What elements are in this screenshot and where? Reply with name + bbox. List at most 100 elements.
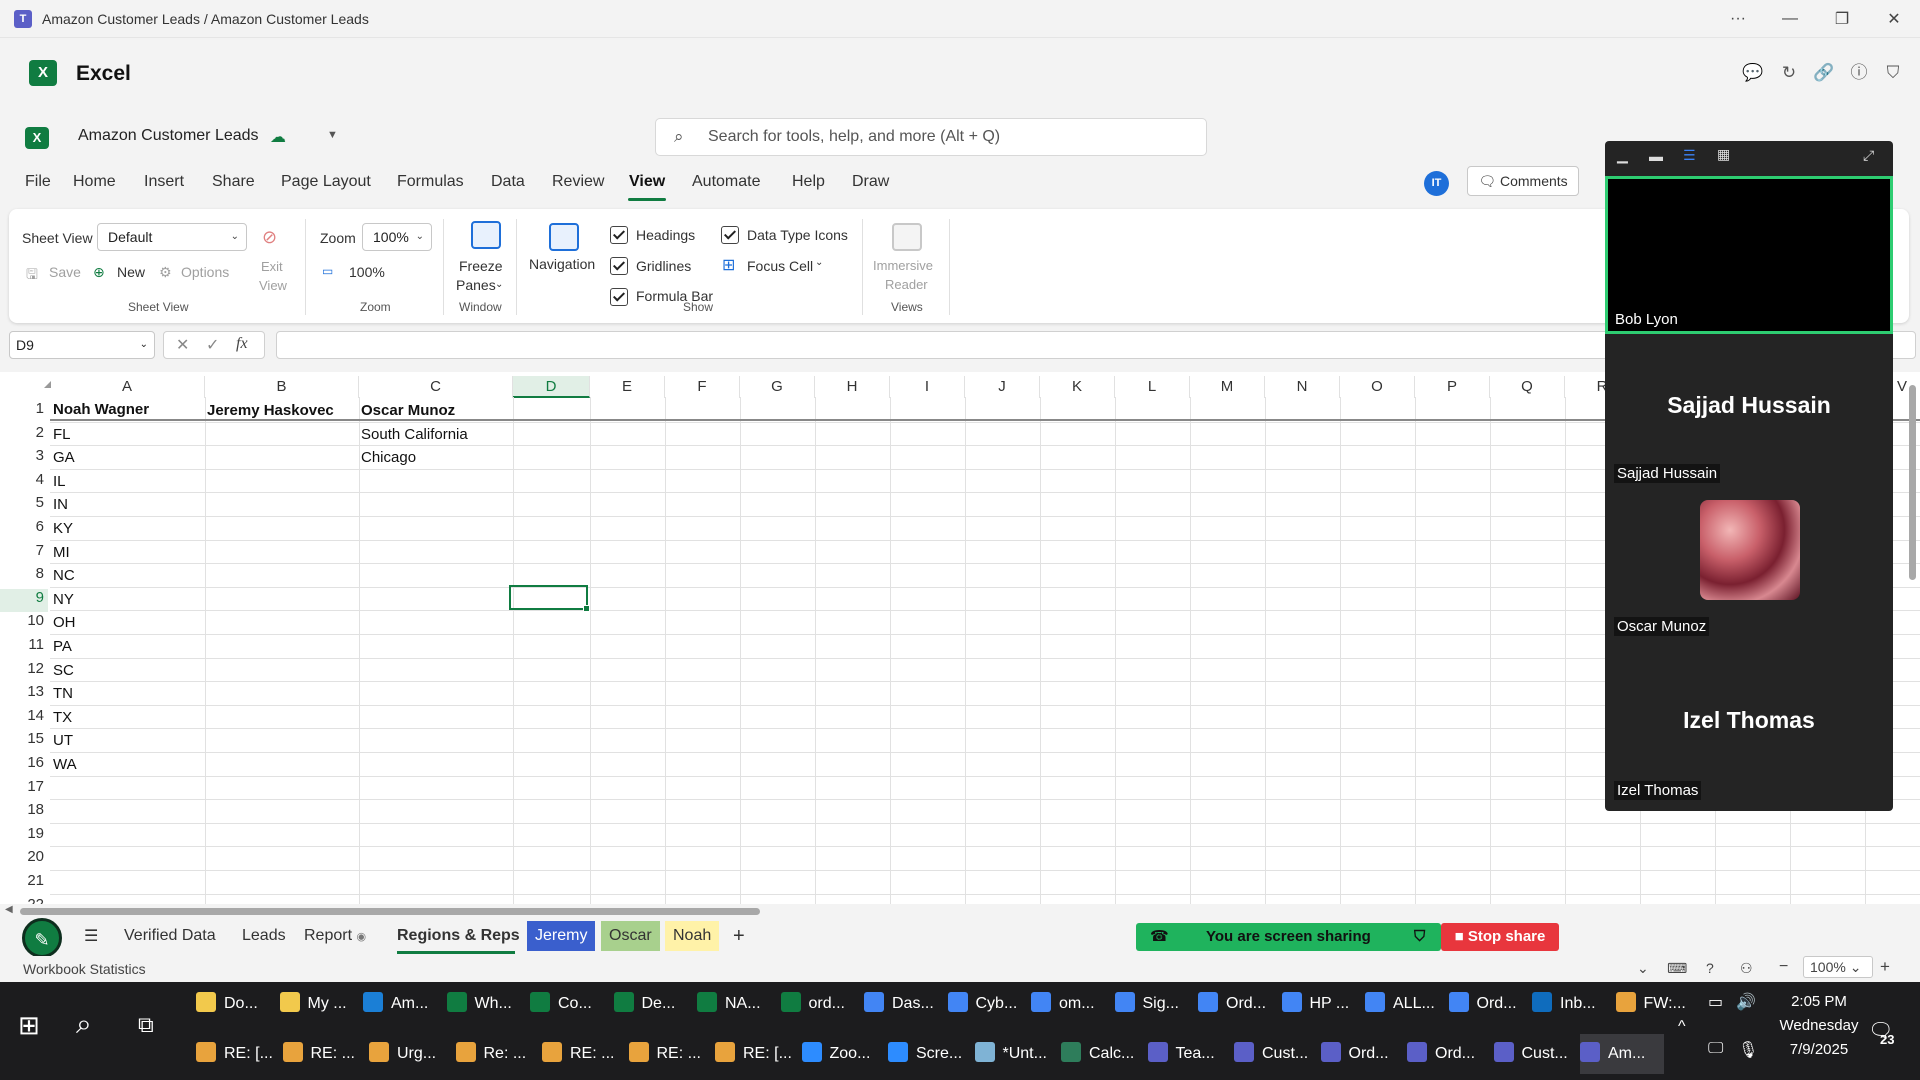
tab-file[interactable]: File: [25, 173, 51, 191]
headings-checkbox[interactable]: [610, 226, 628, 244]
cell-a8[interactable]: NC: [53, 567, 75, 584]
more-options-icon[interactable]: ···: [1712, 10, 1764, 28]
comments-button[interactable]: 🗨 Comments: [1467, 166, 1579, 196]
taskbar-app-item[interactable]: My ...: [279, 984, 360, 1024]
participant-tile-sajjad-hussain[interactable]: Sajjad Hussain Sajjad Hussain: [1605, 334, 1893, 492]
taskbar-app-item[interactable]: De...: [613, 984, 694, 1024]
sheet-tab-noah[interactable]: Noah: [665, 921, 720, 951]
edit-pencil-icon[interactable]: ✎: [22, 918, 62, 958]
column-header-p[interactable]: P: [1415, 376, 1490, 398]
column-header-e[interactable]: E: [590, 376, 665, 398]
taskbar-app-item[interactable]: Ord...: [1448, 984, 1529, 1024]
options-button[interactable]: Options: [181, 264, 229, 280]
tab-help[interactable]: Help: [792, 173, 825, 191]
chevron-up-icon[interactable]: ^: [1678, 1018, 1686, 1036]
row-header-7[interactable]: 7: [0, 542, 48, 566]
cell-a3[interactable]: GA: [53, 449, 75, 466]
taskbar-app-item[interactable]: Urg...: [369, 1034, 453, 1074]
column-header-l[interactable]: L: [1115, 376, 1190, 398]
taskbar-app-item[interactable]: Scre...: [888, 1034, 972, 1074]
tab-automate[interactable]: Automate: [692, 173, 760, 191]
clock[interactable]: 2:05 PM Wednesday 7/9/2025: [1764, 990, 1874, 1062]
sheet-tab-verified-data[interactable]: Verified Data: [116, 921, 224, 951]
immersive-reader-label-1[interactable]: Immersive: [873, 258, 933, 273]
tab-view[interactable]: View: [629, 173, 665, 191]
taskbar-app-item[interactable]: Co...: [530, 984, 610, 1024]
taskbar-app-item[interactable]: Cust...: [1493, 1034, 1578, 1074]
participant-tile-oscar-munoz[interactable]: Oscar Munoz: [1605, 493, 1893, 651]
zoom-level-select[interactable]: 100% ⌄: [1803, 956, 1873, 978]
cell-a11[interactable]: PA: [53, 638, 72, 655]
gridlines-checkbox[interactable]: [610, 257, 628, 275]
column-header-d[interactable]: D: [513, 376, 590, 398]
cell-a15[interactable]: UT: [53, 732, 73, 749]
search-input[interactable]: [708, 126, 1188, 148]
taskbar-app-item[interactable]: Am...: [363, 984, 443, 1024]
navigation-button[interactable]: Navigation: [529, 256, 595, 272]
taskbar-app-item[interactable]: Cust...: [1234, 1034, 1318, 1074]
cell-a9[interactable]: NY: [53, 591, 74, 608]
zoom-out-button[interactable]: −: [1779, 958, 1788, 976]
row-header-14[interactable]: 14: [0, 707, 48, 731]
avatar[interactable]: IT: [1424, 171, 1449, 196]
cell-c2[interactable]: South California: [361, 426, 468, 443]
tab-page-layout[interactable]: Page Layout: [281, 173, 371, 191]
tab-formulas[interactable]: Formulas: [397, 173, 464, 191]
column-header-n[interactable]: N: [1265, 376, 1340, 398]
cell-a6[interactable]: KY: [53, 520, 73, 537]
add-sheet-button[interactable]: +: [725, 921, 753, 951]
cell-a12[interactable]: SC: [53, 662, 74, 679]
freeze-panes-label-2[interactable]: Panes: [456, 277, 496, 293]
search-icon[interactable]: ⌕: [76, 1008, 92, 1041]
search-box[interactable]: ⌕: [655, 118, 1207, 156]
tab-share[interactable]: Share: [212, 173, 255, 191]
taskbar-app-item[interactable]: RE: ...: [282, 1034, 367, 1074]
tab-data[interactable]: Data: [491, 173, 525, 191]
row-header-1[interactable]: 1: [0, 400, 48, 424]
sheet-tab-regions-reps[interactable]: Regions & Reps: [389, 921, 528, 951]
cell-a14[interactable]: TX: [53, 709, 72, 726]
taskbar-app-item[interactable]: Re: ...: [455, 1034, 540, 1074]
cell-b1[interactable]: Jeremy Haskovec: [207, 402, 334, 419]
cell-a10[interactable]: OH: [53, 614, 76, 631]
taskbar-app-item[interactable]: NA...: [697, 984, 777, 1024]
task-view-icon[interactable]: ⧉: [138, 1012, 154, 1038]
row-header-16[interactable]: 16: [0, 754, 48, 778]
column-header-m[interactable]: M: [1190, 376, 1265, 398]
taskbar-app-item[interactable]: Tea...: [1147, 1034, 1232, 1074]
row-header-20[interactable]: 20: [0, 848, 48, 872]
row-header-19[interactable]: 19: [0, 825, 48, 849]
taskbar-app-item[interactable]: Am...: [1580, 1034, 1664, 1074]
taskbar-app-item[interactable]: RE: [...: [196, 1034, 280, 1074]
selected-cell-d9[interactable]: [509, 585, 590, 612]
taskbar-app-item[interactable]: Wh...: [446, 984, 527, 1024]
link-icon[interactable]: 🔗: [1813, 62, 1835, 84]
keyboard-icon[interactable]: ⌨: [1667, 960, 1687, 977]
zoom-100-button[interactable]: 100%: [349, 264, 385, 280]
row-header-13[interactable]: 13: [0, 683, 48, 707]
row-header-11[interactable]: 11: [0, 636, 48, 660]
column-header-j[interactable]: J: [965, 376, 1040, 398]
info-icon[interactable]: ⓘ: [1848, 62, 1870, 84]
workbook-statistics[interactable]: Workbook Statistics: [23, 961, 146, 977]
taskbar-app-item[interactable]: Cyb...: [947, 984, 1028, 1024]
chat-icon[interactable]: 💬: [1742, 62, 1764, 84]
volume-icon[interactable]: 🔊: [1736, 992, 1756, 1012]
chevron-down-icon[interactable]: ▼: [327, 129, 338, 141]
tab-review[interactable]: Review: [552, 173, 604, 191]
column-header-o[interactable]: O: [1340, 376, 1415, 398]
microphone-icon[interactable]: 🎙: [1738, 1040, 1758, 1060]
row-header-5[interactable]: 5: [0, 494, 48, 518]
cell-a2[interactable]: FL: [53, 426, 71, 443]
sheet-tab-report[interactable]: Report ◉: [296, 921, 374, 951]
cell-a5[interactable]: IN: [53, 496, 68, 513]
exit-view-label-1[interactable]: Exit: [261, 259, 283, 274]
row-header-6[interactable]: 6: [0, 518, 48, 542]
restore-button[interactable]: ❐: [1816, 9, 1868, 29]
row-header-15[interactable]: 15: [0, 730, 48, 754]
taskbar-app-item[interactable]: Sig...: [1114, 984, 1195, 1024]
speaker-view-icon[interactable]: ☰: [1683, 147, 1696, 164]
row-header-18[interactable]: 18: [0, 801, 48, 825]
taskbar-app-item[interactable]: Ord...: [1198, 984, 1278, 1024]
cell-a7[interactable]: MI: [53, 544, 70, 561]
